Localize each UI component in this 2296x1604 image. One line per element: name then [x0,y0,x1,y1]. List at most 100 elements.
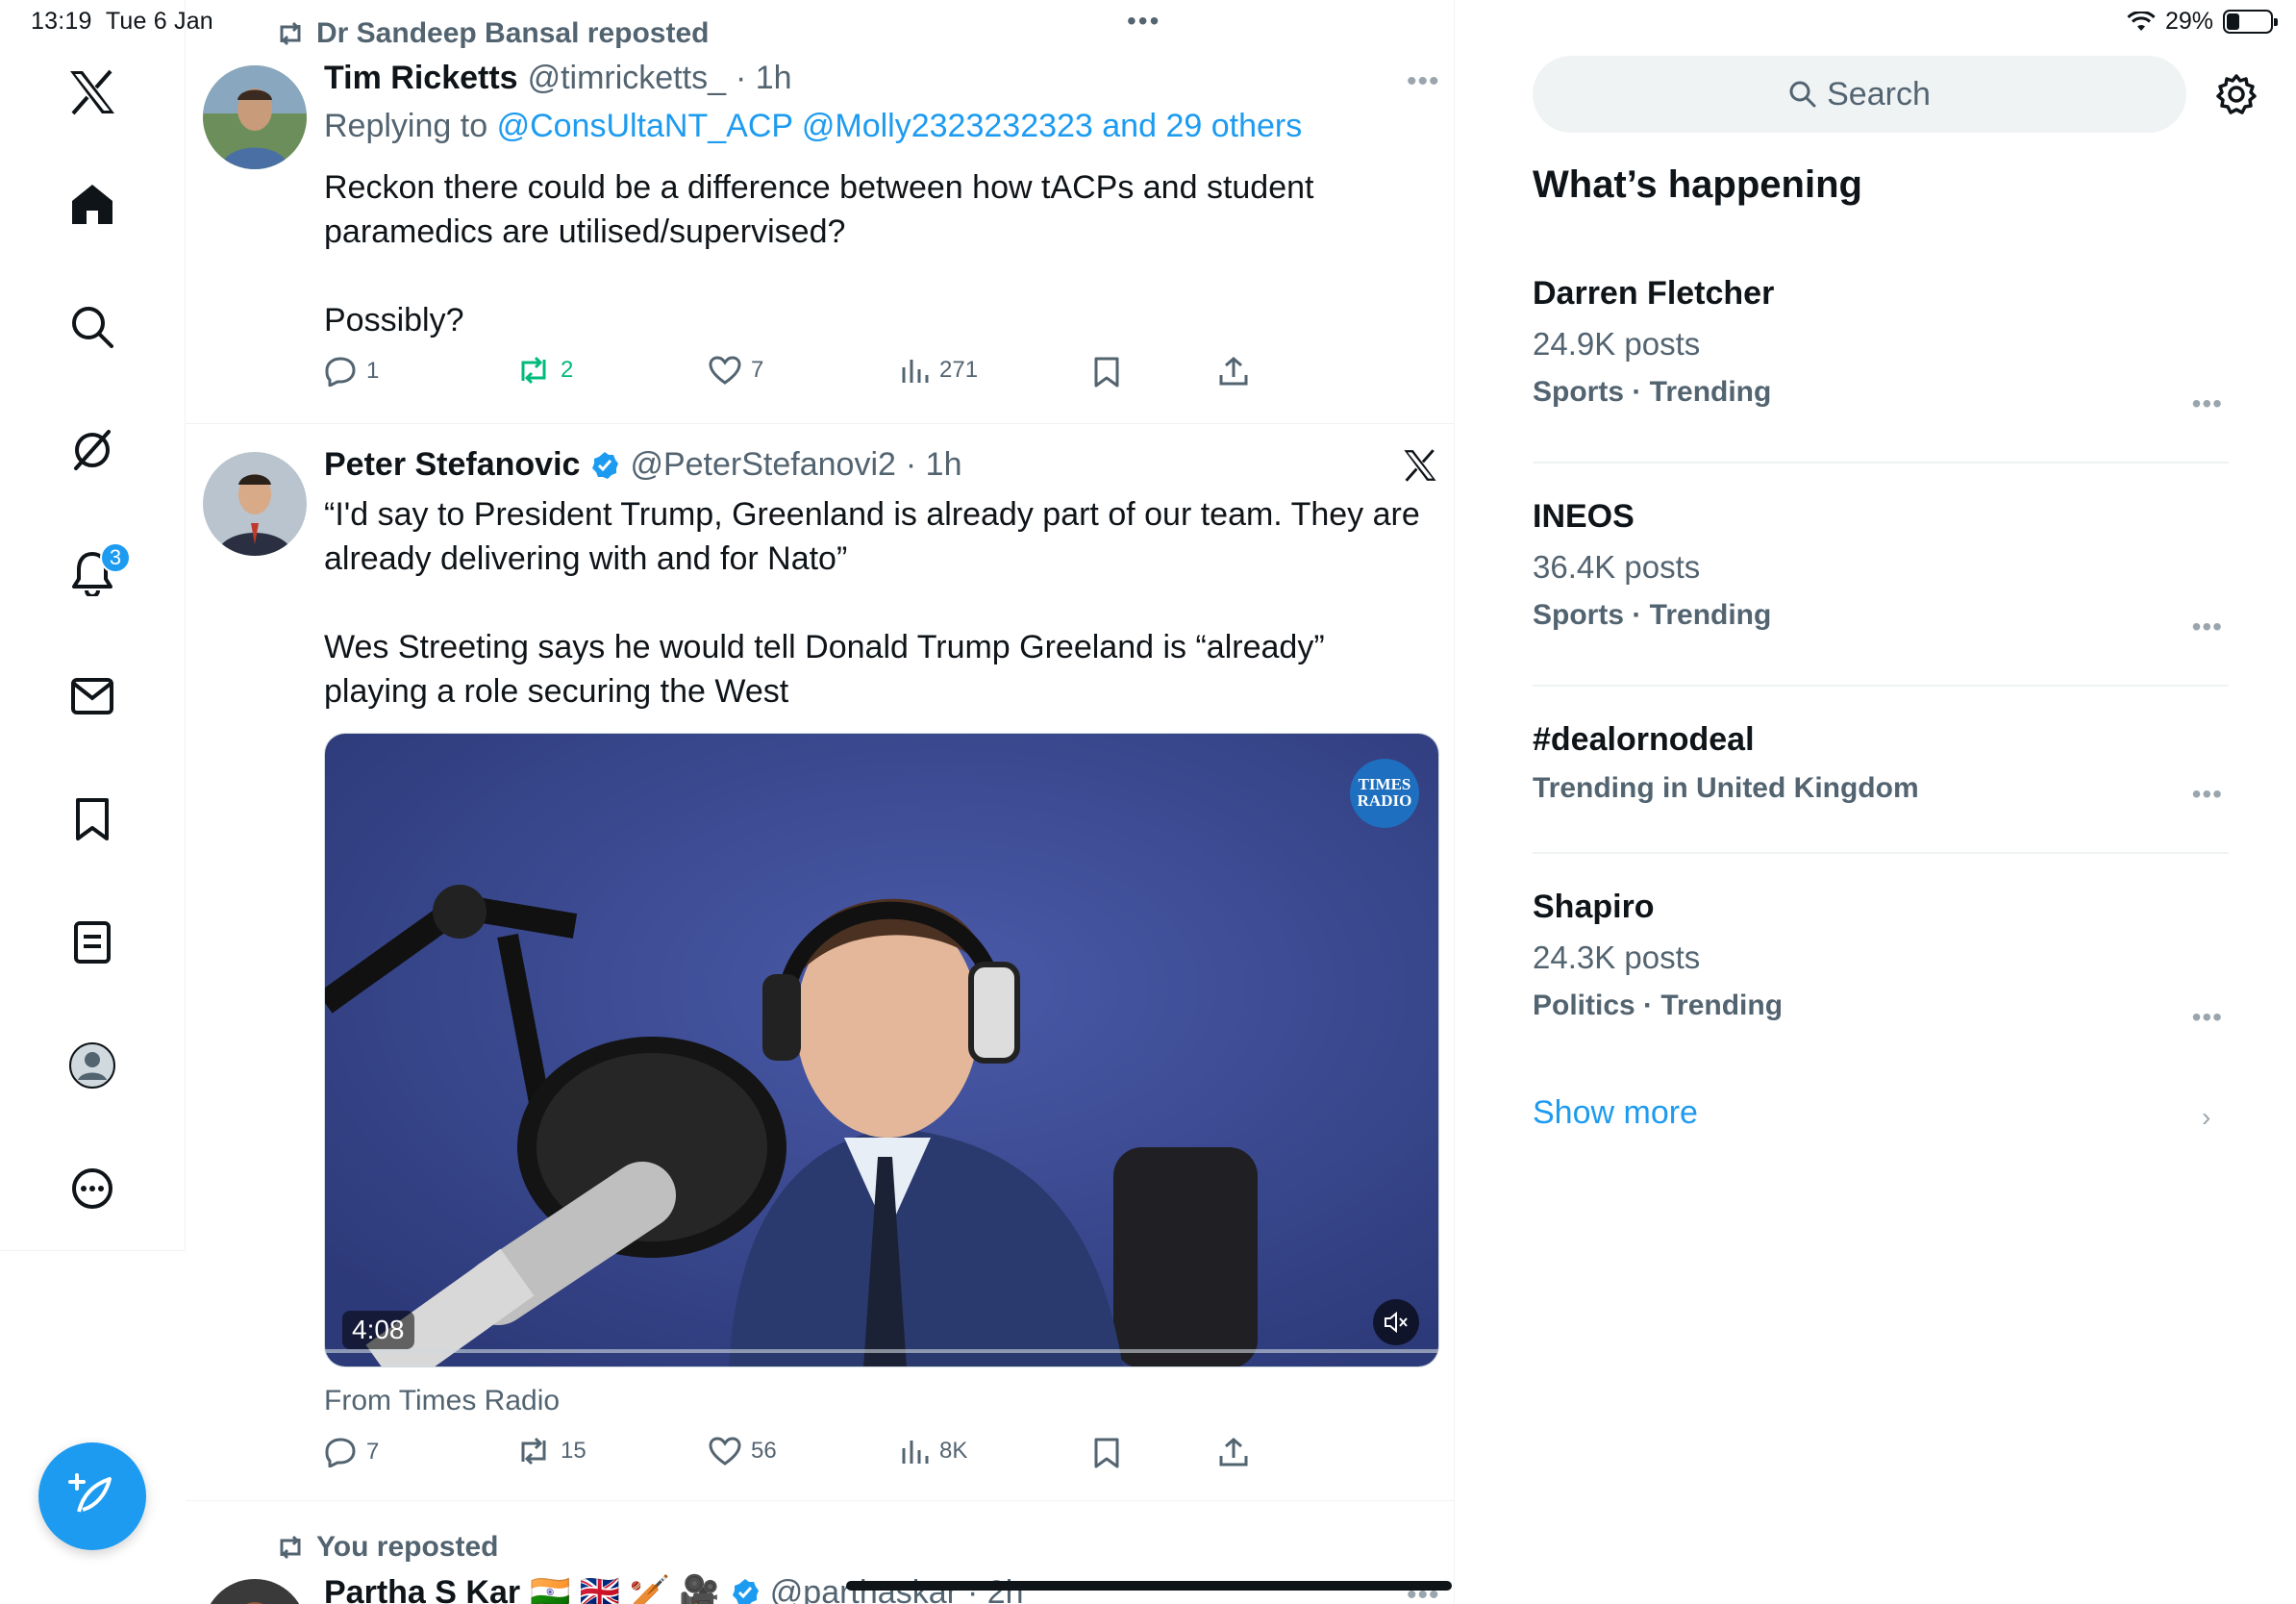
author-handle[interactable]: @timricketts_ [528,60,726,97]
replying-prefix: Replying to [324,108,488,144]
author-name[interactable]: Peter Stefanovic [324,446,580,484]
tweet-text-line: playing a role securing the West [324,673,789,710]
media-source[interactable]: From Times Radio [324,1385,560,1417]
trends-heading: What’s happening [1533,163,1862,206]
trend-item[interactable]: INEOS 36.4K posts Sports · Trending ••• [1533,498,2229,641]
avatar[interactable] [203,452,307,556]
logo-text-line: RADIO [1357,791,1412,810]
avatar[interactable] [203,1579,307,1604]
tweet-text-line: Wes Streeting says he would tell Donald … [324,629,1325,665]
author-flags: 🇮🇳 🇬🇧 🏏 🎥 [530,1574,720,1604]
settings-gear-icon[interactable] [2211,69,2261,119]
search-icon [1789,81,1816,108]
bookmark-icon [1094,1438,1119,1468]
chevron-right-icon[interactable]: › [2202,1102,2210,1133]
trend-more-icon[interactable]: ••• [2192,612,2223,642]
repost-count: 2 [561,357,574,383]
trend-divider [1533,685,2229,687]
avatar[interactable] [203,65,307,169]
messages-icon[interactable] [50,654,135,739]
like-button[interactable]: 56 [709,1437,777,1466]
repost-label: You reposted [316,1531,499,1563]
more-icon[interactable] [50,1146,135,1231]
compose-feather-icon [68,1473,112,1513]
lists-icon[interactable] [50,900,135,985]
reply-button[interactable]: 1 [324,356,379,387]
wifi-icon [2127,11,2156,33]
author-name[interactable]: Partha S Kar [324,1574,520,1604]
trend-post-count: 24.9K posts [1533,326,1701,362]
tweet-text-line: Possibly? [324,302,464,338]
battery-icon [2223,10,2278,34]
reply-icon [325,1438,356,1467]
repost-icon [521,1437,546,1466]
trend-name: Shapiro [1533,889,1655,925]
replying-users-link[interactable]: @ConsUltaNT_ACP @Molly2323232323 and 29 … [497,108,1303,144]
reply-button[interactable]: 7 [324,1437,379,1467]
share-button[interactable] [1218,356,1249,387]
trend-more-icon[interactable]: ••• [2192,1002,2223,1033]
views-count: 8K [939,1438,968,1464]
author-name[interactable]: Tim Ricketts [324,60,518,97]
views-chart-icon [902,360,929,383]
video-frame [325,734,1438,1366]
trend-post-count: 24.3K posts [1533,940,1701,975]
nav-divider [0,1250,186,1251]
trend-item[interactable]: Shapiro 24.3K posts Politics · Trending … [1533,889,2229,1032]
repost-icon [521,356,546,385]
trend-more-icon[interactable]: ••• [2192,388,2223,419]
bookmark-button[interactable] [1093,356,1120,388]
heart-icon [709,1437,741,1466]
home-icon[interactable] [50,162,135,246]
trend-category: Sports · Trending [1533,599,1772,631]
replying-to: Replying to @ConsUltaNT_ACP @Molly232323… [324,108,1302,145]
verified-badge-icon [592,451,619,479]
views-button[interactable]: 8K [901,1437,967,1466]
trend-item[interactable]: #dealornodeal Trending in United Kingdom… [1533,721,2229,809]
reply-count: 1 [366,358,380,384]
show-more-link[interactable]: Show more [1533,1094,1698,1132]
trend-item[interactable]: Darren Fletcher 24.9K posts Sports · Tre… [1533,275,2229,418]
tweet-time[interactable]: · 1h [906,446,962,484]
share-button[interactable] [1218,1437,1249,1467]
tweet-text: “I'd say to President Trump, Greenland i… [324,492,1430,714]
bookmarks-icon[interactable] [50,777,135,862]
repost-context: You reposted [276,1531,498,1564]
views-button[interactable]: 271 [901,356,978,385]
repost-icon [280,21,301,46]
tweet-header: Tim Ricketts @timricketts_ · 1h [324,60,792,97]
tweet-divider [186,1500,1455,1501]
repost-button[interactable]: 2 [516,356,573,385]
video-player[interactable]: TIMES RADIO 4:08 [324,733,1439,1367]
tweet-text-line: paramedics are utilised/supervised? [324,213,846,250]
video-duration: 4:08 [342,1311,414,1349]
times-radio-logo: TIMES RADIO [1350,759,1419,828]
trend-name: #dealornodeal [1533,721,1755,758]
heart-icon [709,356,741,385]
search-placeholder: Search [1827,75,1931,113]
trend-post-count: 36.4K posts [1533,549,1701,585]
search-input[interactable]: Search [1533,56,2186,133]
mute-toggle-button[interactable] [1373,1299,1419,1345]
like-button[interactable]: 7 [709,356,763,385]
tweet-text: Reckon there could be a difference betwe… [324,165,1430,342]
trend-divider [1533,852,2229,854]
profile-icon[interactable] [50,1023,135,1108]
speaker-muted-icon [1385,1311,1408,1334]
x-logo-icon[interactable] [50,50,135,135]
trend-category: Politics · Trending [1533,990,1784,1021]
author-handle[interactable]: @PeterStefanovi2 [630,446,895,484]
search-icon[interactable] [50,285,135,369]
home-indicator[interactable] [846,1581,1452,1591]
repost-count: 15 [561,1438,586,1464]
bookmark-button[interactable] [1093,1437,1120,1469]
tweet-time[interactable]: · 1h [736,60,792,97]
repost-button[interactable]: 15 [516,1437,586,1466]
tweet-more-icon[interactable]: ••• [1407,65,1440,98]
like-count: 56 [751,1438,777,1464]
trend-more-icon[interactable]: ••• [2192,779,2223,810]
repost-label: Dr Sandeep Bansal reposted [316,17,710,49]
views-count: 271 [939,357,979,383]
grok-icon[interactable] [50,408,135,492]
compose-button[interactable] [38,1442,146,1550]
